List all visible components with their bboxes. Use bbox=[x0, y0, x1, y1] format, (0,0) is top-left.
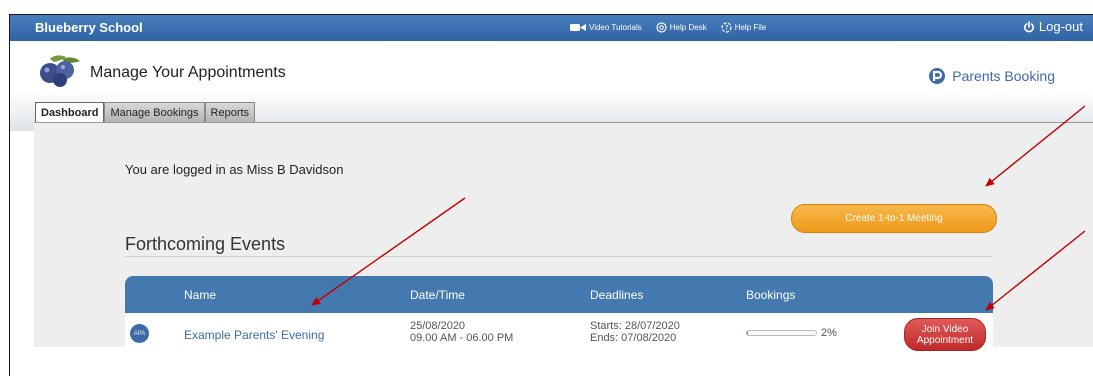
event-date: 25/08/2020 bbox=[410, 320, 466, 332]
join-label-line2: Appointment bbox=[916, 334, 974, 346]
event-name-link[interactable]: Example Parents' Evening bbox=[184, 328, 324, 342]
tab-reports[interactable]: Reports bbox=[204, 102, 256, 122]
app-frame: Blueberry School Video Tutorials Help De… bbox=[9, 14, 1093, 376]
video-tutorials-label: Video Tutorials bbox=[589, 23, 642, 32]
create-meeting-button[interactable]: Create 1-to-1 Meeting bbox=[791, 204, 997, 233]
tab-manage-bookings[interactable]: Manage Bookings bbox=[104, 102, 205, 122]
help-desk-label: Help Desk bbox=[669, 23, 707, 32]
event-avatar: APA bbox=[130, 324, 149, 343]
brand-label: Parents Booking bbox=[952, 68, 1055, 84]
join-button-label: Join Video Appointment bbox=[917, 324, 973, 346]
table-row: APA Example Parents' Evening 25/08/2020 … bbox=[125, 313, 993, 357]
events-table-header: Name Date/Time Deadlines Bookings bbox=[125, 276, 993, 313]
join-label-line1: Join Video bbox=[921, 323, 969, 335]
deadline-ends: Ends: 07/08/2020 bbox=[590, 332, 677, 344]
logged-in-text: You are logged in as Miss B Davidson bbox=[125, 162, 344, 177]
column-datetime: Date/Time bbox=[410, 288, 465, 302]
events-table: Name Date/Time Deadlines Bookings APA Ex… bbox=[125, 276, 993, 357]
help-file-label: Help File bbox=[734, 23, 767, 32]
dashboard-panel: You are logged in as Miss B Davidson Cre… bbox=[34, 122, 1093, 357]
page-header: Manage Your Appointments Parents Booking… bbox=[10, 41, 1093, 131]
events-divider bbox=[125, 256, 993, 257]
tab-bar: Dashboard Manage Bookings Reports bbox=[35, 102, 256, 124]
parents-booking-logo-icon bbox=[929, 68, 946, 84]
deadline-starts: Starts: 28/07/2020 bbox=[590, 320, 680, 332]
school-name: Blueberry School bbox=[35, 20, 143, 35]
bookings-percent: 2% bbox=[821, 327, 837, 339]
lifebuoy-icon bbox=[656, 22, 667, 33]
events-title: Forthcoming Events bbox=[125, 234, 286, 254]
top-bar: Blueberry School Video Tutorials Help De… bbox=[10, 15, 1093, 41]
event-time: 09.00 AM - 06.00 PM bbox=[410, 332, 514, 344]
page-title: Manage Your Appointments bbox=[90, 64, 286, 81]
event-deadlines: Starts: 28/07/2020 Ends: 07/08/2020 bbox=[590, 320, 680, 344]
help-file-icon: ? bbox=[721, 22, 732, 33]
tab-dashboard[interactable]: Dashboard bbox=[35, 102, 105, 124]
logout-label: Log-out bbox=[1038, 19, 1083, 34]
parents-booking-brand: Parents Booking bbox=[928, 67, 1055, 85]
help-file-link[interactable]: ? Help File bbox=[721, 22, 767, 33]
event-datetime: 25/08/2020 09.00 AM - 06.00 PM bbox=[410, 320, 513, 344]
svg-text:?: ? bbox=[724, 24, 728, 32]
bookings-progress-bar bbox=[746, 330, 817, 336]
logout-button[interactable]: Log-out bbox=[1023, 19, 1083, 34]
join-video-appointment-button[interactable]: Join Video Appointment bbox=[904, 318, 986, 351]
bookings-progress-fill bbox=[747, 331, 749, 335]
video-tutorials-link[interactable]: Video Tutorials bbox=[570, 23, 642, 32]
video-camera-icon bbox=[570, 24, 586, 31]
top-links: Video Tutorials Help Desk ? Help File bbox=[570, 22, 766, 33]
column-deadlines: Deadlines bbox=[590, 288, 644, 302]
help-desk-link[interactable]: Help Desk bbox=[656, 22, 707, 33]
column-name: Name bbox=[184, 288, 217, 302]
column-bookings: Bookings bbox=[746, 288, 796, 302]
power-icon bbox=[1023, 20, 1034, 32]
blueberry-logo bbox=[40, 55, 80, 87]
